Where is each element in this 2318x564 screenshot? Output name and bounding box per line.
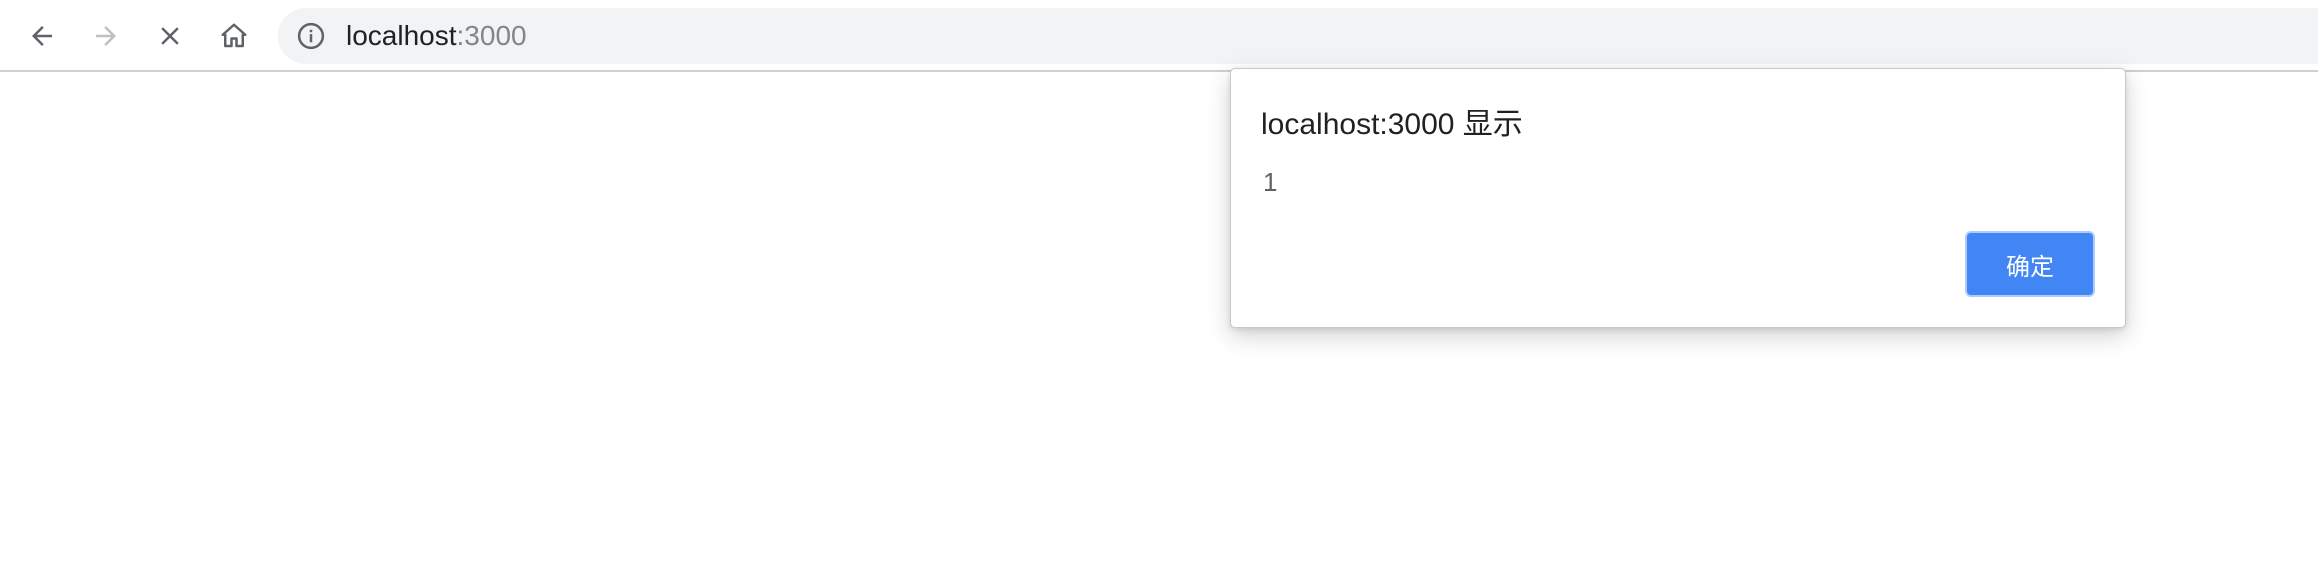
home-button[interactable] <box>212 14 256 58</box>
browser-toolbar: localhost:3000 <box>0 0 2318 72</box>
url-host: localhost <box>346 20 457 51</box>
alert-dialog: localhost:3000 显示 1 确定 <box>1230 68 2126 328</box>
back-arrow-icon <box>32 26 52 46</box>
url-text[interactable]: localhost:3000 <box>346 8 527 64</box>
dialog-title: localhost:3000 显示 <box>1261 108 1523 141</box>
info-icon[interactable] <box>296 21 326 51</box>
stop-button[interactable] <box>148 14 192 58</box>
address-bar[interactable]: localhost:3000 <box>278 8 2318 64</box>
dialog-message: 1 <box>1263 167 1278 197</box>
ok-button[interactable]: 确定 <box>1965 231 2095 297</box>
back-button[interactable] <box>20 14 64 58</box>
close-icon <box>161 27 179 45</box>
url-port: :3000 <box>456 20 527 51</box>
home-icon <box>221 23 247 48</box>
forward-button[interactable] <box>84 14 128 58</box>
forward-arrow-icon <box>96 26 116 46</box>
